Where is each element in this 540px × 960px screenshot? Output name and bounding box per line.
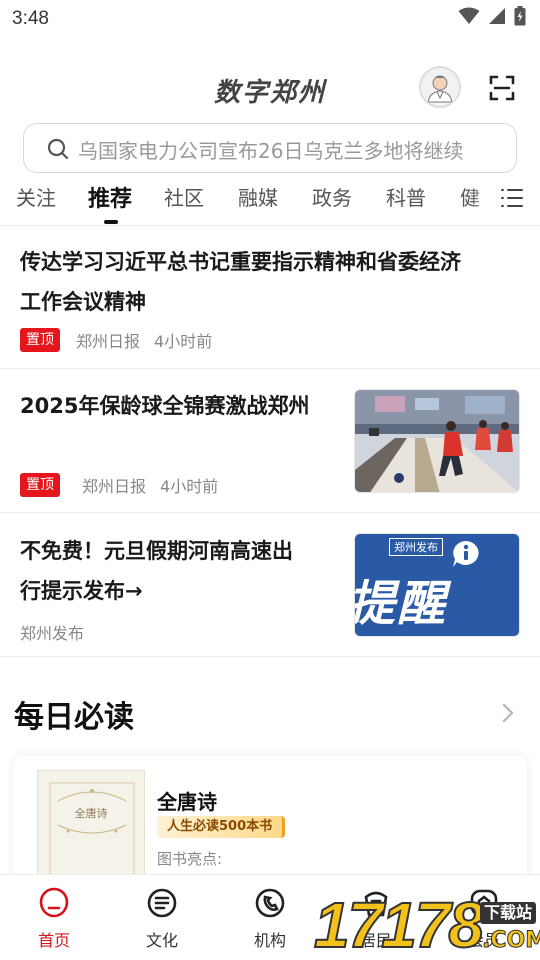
news-thumbnail: 郑州发布 提醒 [354, 533, 520, 637]
search-placeholder: 乌国家电力公司宣布26日乌克兰多地将继续 [78, 139, 464, 163]
search-icon [47, 138, 69, 160]
status-time: 3:48 [12, 8, 49, 29]
news-item[interactable]: 2025年保龄球全锦赛激战郑州 置顶 郑州日报 4小时前 [0, 369, 540, 513]
news-thumbnail [354, 389, 520, 493]
user-avatar-icon [421, 68, 459, 106]
tab-media[interactable]: 融媒 [238, 182, 278, 211]
tab-follow[interactable]: 关注 [16, 182, 56, 211]
news-time: 4小时前 [154, 332, 213, 351]
tab-indicator [104, 220, 118, 224]
news-source: 郑州日报 [82, 477, 147, 496]
news-title: 传达学习习近平总书记重要指示精神和省委经济 工作会议精神 [20, 242, 461, 322]
watermark-tag: 下载站 [480, 902, 537, 924]
book-name: 全唐诗 [157, 790, 217, 814]
pinned-badge: 置顶 [20, 473, 60, 497]
news-title-line: 不免费！元旦假期河南高速出 [20, 539, 293, 563]
news-meta: 置顶 郑州日报 4小时前 [20, 328, 212, 352]
news-title: 2025年保龄球全锦赛激战郑州 [20, 394, 310, 418]
book-tag: 人生必读500本书 [157, 816, 286, 838]
organization-icon [255, 888, 285, 918]
nav-culture[interactable]: 文化 [122, 887, 202, 951]
app-header: 数字郑州 [0, 62, 540, 114]
culture-icon [147, 888, 177, 918]
news-item[interactable]: 不免费！元旦假期河南高速出 行提示发布→ 郑州发布 郑州发布 提醒 [0, 513, 540, 657]
news-title-line: 传达学习习近平总书记重要指示精神和省委经济 [20, 250, 461, 274]
avatar[interactable] [419, 66, 461, 108]
pinned-badge: 置顶 [20, 328, 60, 352]
nav-label: 文化 [145, 931, 178, 950]
news-time: 4小时前 [160, 477, 219, 496]
nav-label: 首页 [37, 931, 70, 950]
tab-government[interactable]: 政务 [312, 182, 352, 211]
nav-label: 机构 [253, 931, 286, 950]
status-icons [458, 6, 526, 26]
news-title: 不免费！元旦假期河南高速出 行提示发布→ [20, 531, 293, 611]
nav-home[interactable]: 首页 [14, 887, 94, 951]
news-meta: 置顶 郑州日报 4小时前 [20, 473, 218, 497]
channel-menu-icon[interactable] [500, 186, 524, 210]
speech-bubble-icon [451, 540, 481, 568]
news-title-line: 行提示发布→ [20, 579, 143, 603]
thumb-brand: 郑州发布 [389, 538, 443, 556]
watermark-brand: 17178 [313, 889, 485, 960]
news-item[interactable]: 传达学习习近平总书记重要指示精神和省委经济 工作会议精神 置顶 郑州日报 4小时… [0, 226, 540, 369]
watermark-suffix: .COM [481, 928, 540, 954]
bowling-photo [355, 390, 519, 492]
book-cover-title: 全唐诗 [74, 807, 108, 820]
tab-recommend[interactable]: 推荐 [88, 181, 132, 213]
battery-icon [514, 6, 526, 26]
search-input[interactable]: 乌国家电力公司宣布26日乌克兰多地将继续 [23, 123, 517, 173]
wifi-icon [458, 7, 480, 24]
chevron-right-icon[interactable] [498, 700, 518, 726]
news-source: 郑州日报 [76, 332, 141, 351]
signal-icon [489, 8, 505, 24]
nav-organization[interactable]: 机构 [230, 887, 310, 951]
book-desc: 图书亮点: [157, 850, 223, 868]
status-bar: 3:48 [0, 0, 540, 38]
category-tabs: 关注 推荐 社区 融媒 政务 科普 健 [0, 182, 540, 226]
news-meta: 郑州发布 [20, 620, 84, 644]
news-source: 郑州发布 [20, 624, 85, 643]
tab-science[interactable]: 科普 [386, 182, 426, 211]
scan-icon[interactable] [486, 72, 518, 104]
news-title-line: 工作会议精神 [20, 290, 146, 314]
thumb-headline: 提醒 [354, 576, 448, 632]
tab-community[interactable]: 社区 [164, 182, 204, 211]
watermark-logo: 17178 下载站 .COM [313, 888, 540, 960]
home-icon [39, 887, 69, 918]
tab-fade [470, 182, 500, 222]
daily-title: 每日必读 [14, 700, 134, 735]
